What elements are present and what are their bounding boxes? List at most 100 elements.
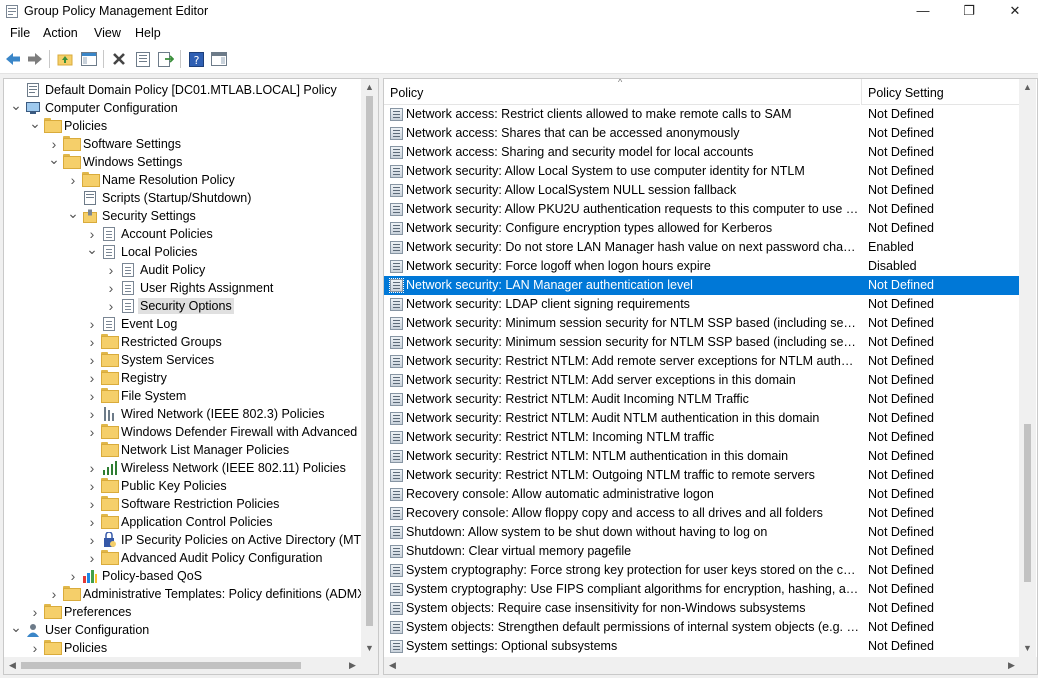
chevron-down-icon[interactable]: ⌄ — [10, 620, 22, 636]
chevron-right-icon[interactable]: › — [48, 587, 60, 601]
menu-action[interactable]: Action — [41, 26, 80, 40]
policy-row[interactable]: System objects: Strengthen default permi… — [384, 618, 1019, 637]
tree-hscroll-thumb[interactable] — [21, 662, 301, 669]
scroll-down-arrow-icon[interactable]: ▼ — [361, 640, 378, 657]
tree-node[interactable]: › Account Policies — [4, 225, 360, 243]
tree-node[interactable]: › Public Key Policies — [4, 477, 360, 495]
tree-node[interactable]: › IP Security Policies on Active Director… — [4, 531, 376, 549]
chevron-down-icon[interactable]: ⌄ — [86, 242, 98, 258]
scroll-up-arrow-icon[interactable]: ▲ — [1019, 79, 1036, 96]
tree-node[interactable]: › System Services — [4, 351, 360, 369]
policy-row[interactable]: Network security: Restrict NTLM: Incomin… — [384, 428, 1019, 447]
menu-file[interactable]: File — [8, 26, 32, 40]
chevron-right-icon[interactable]: › — [105, 263, 117, 277]
policy-row[interactable]: Network security: Force logoff when logo… — [384, 257, 1019, 276]
chevron-right-icon[interactable]: › — [86, 227, 98, 241]
chevron-right-icon[interactable]: › — [86, 461, 98, 475]
policy-row[interactable]: Network access: Restrict clients allowed… — [384, 105, 1019, 124]
delete-button[interactable] — [108, 48, 130, 70]
chevron-right-icon[interactable]: › — [86, 533, 98, 547]
policy-row[interactable]: Network security: Allow Local System to … — [384, 162, 1019, 181]
tree-node[interactable]: › Policies — [4, 639, 360, 657]
tree-node[interactable]: › File System — [4, 387, 360, 405]
restore-button[interactable]: ❐ — [946, 0, 992, 24]
chevron-right-icon[interactable]: › — [86, 497, 98, 511]
up-folder-button[interactable] — [54, 48, 76, 70]
chevron-down-icon[interactable]: ⌄ — [48, 152, 60, 168]
tree-node[interactable]: › Audit Policy — [4, 261, 360, 279]
column-header-policy[interactable]: Policy ^ — [384, 79, 860, 105]
tree-node[interactable]: › Security Options — [4, 297, 360, 315]
chevron-down-icon[interactable]: ⌄ — [29, 116, 41, 132]
menu-help[interactable]: Help — [133, 26, 163, 40]
policy-row[interactable]: Network security: Restrict NTLM: Audit I… — [384, 390, 1019, 409]
tree-node[interactable]: ⌄ Security Settings — [4, 206, 360, 225]
export-list-button[interactable] — [155, 48, 177, 70]
policy-row[interactable]: Shutdown: Clear virtual memory pagefile N… — [384, 542, 1019, 561]
tree-node[interactable]: › Event Log — [4, 315, 360, 333]
minimize-button[interactable]: — — [900, 0, 946, 24]
tree-node[interactable]: Default Domain Policy [DC01.MTLAB.LOCAL]… — [4, 81, 360, 99]
chevron-right-icon[interactable]: › — [105, 299, 117, 313]
policy-row[interactable]: System cryptography: Use FIPS compliant … — [384, 580, 1019, 599]
tree-node[interactable]: › Wireless Network (IEEE 802.11) Policies — [4, 459, 360, 477]
tree-node[interactable]: › Advanced Audit Policy Configuration — [4, 549, 360, 567]
policy-row[interactable]: Network security: Do not store LAN Manag… — [384, 238, 1019, 257]
chevron-right-icon[interactable]: › — [48, 137, 60, 151]
tree-node[interactable]: › Registry — [4, 369, 360, 387]
tree-node[interactable]: › Windows Defender Firewall with Advanced… — [4, 423, 376, 441]
tree-scroll-thumb[interactable] — [366, 96, 373, 626]
policy-row[interactable]: System objects: Require case insensitivi… — [384, 599, 1019, 618]
tree-node[interactable]: ⌄ Computer Configuration — [4, 98, 360, 117]
tree-node[interactable]: › Restricted Groups — [4, 333, 360, 351]
show-action-pane-button[interactable] — [208, 48, 230, 70]
tree-horizontal-scrollbar[interactable]: ◀ ▶ — [4, 657, 378, 674]
chevron-right-icon[interactable]: › — [86, 515, 98, 529]
chevron-right-icon[interactable]: › — [86, 371, 98, 385]
tree-vertical-scrollbar[interactable]: ▲ ▼ — [361, 79, 378, 657]
policy-row[interactable]: Network access: Sharing and security mod… — [384, 143, 1019, 162]
chevron-right-icon[interactable]: › — [86, 389, 98, 403]
tree-node[interactable]: › Policy-based QoS — [4, 567, 360, 585]
policy-row[interactable]: Network security: Minimum session securi… — [384, 314, 1019, 333]
policy-row[interactable]: Recovery console: Allow floppy copy and … — [384, 504, 1019, 523]
tree-node[interactable]: ⌄ Local Policies — [4, 242, 360, 261]
policy-list-pane[interactable]: Policy ^ Policy Setting Network access: … — [383, 78, 1038, 675]
show-hide-tree-button[interactable] — [78, 48, 100, 70]
policy-row[interactable]: Network security: Allow PKU2U authentica… — [384, 200, 1019, 219]
policy-row[interactable]: Network security: LDAP client signing re… — [384, 295, 1019, 314]
tree-node[interactable]: ⌄ Policies — [4, 116, 360, 135]
chevron-down-icon[interactable]: ⌄ — [10, 98, 22, 114]
policy-row[interactable]: Network security: Allow LocalSystem NULL… — [384, 181, 1019, 200]
policy-row[interactable]: Network security: Restrict NTLM: Add ser… — [384, 371, 1019, 390]
tree-node[interactable]: › Application Control Policies — [4, 513, 360, 531]
menu-view[interactable]: View — [92, 26, 123, 40]
chevron-right-icon[interactable]: › — [105, 281, 117, 295]
chevron-right-icon[interactable]: › — [86, 335, 98, 349]
tree-node[interactable]: ⌄ User Configuration — [4, 620, 360, 639]
list-vertical-scrollbar[interactable]: ▲ ▼ — [1019, 79, 1036, 657]
tree-node[interactable]: Network List Manager Policies — [4, 441, 360, 459]
policy-row[interactable]: Network security: Restrict NTLM: NTLM au… — [384, 447, 1019, 466]
scroll-left-arrow-icon[interactable]: ◀ — [384, 657, 401, 674]
chevron-right-icon[interactable]: › — [67, 173, 79, 187]
policy-row[interactable]: Network security: LAN Manager authentica… — [384, 276, 1019, 295]
scroll-right-arrow-icon[interactable]: ▶ — [1003, 657, 1020, 674]
back-button[interactable] — [2, 48, 24, 70]
list-scroll-thumb[interactable] — [1024, 424, 1031, 582]
chevron-right-icon[interactable]: › — [86, 407, 98, 421]
policy-row[interactable]: Network security: Restrict NTLM: Add rem… — [384, 352, 1019, 371]
policy-row[interactable]: Network security: Configure encryption t… — [384, 219, 1019, 238]
close-button[interactable]: ✕ — [992, 0, 1038, 24]
tree-node[interactable]: › User Rights Assignment — [4, 279, 360, 297]
scroll-down-arrow-icon[interactable]: ▼ — [1019, 640, 1036, 657]
tree-node[interactable]: › Software Restriction Policies — [4, 495, 360, 513]
chevron-right-icon[interactable]: › — [86, 317, 98, 331]
tree-node[interactable]: › Preferences — [4, 603, 360, 621]
chevron-right-icon[interactable]: › — [86, 551, 98, 565]
policy-row[interactable]: Network security: Restrict NTLM: Outgoin… — [384, 466, 1019, 485]
help-button[interactable]: ? — [185, 48, 207, 70]
scroll-left-arrow-icon[interactable]: ◀ — [4, 657, 21, 674]
properties-button[interactable] — [132, 48, 154, 70]
chevron-right-icon[interactable]: › — [86, 353, 98, 367]
